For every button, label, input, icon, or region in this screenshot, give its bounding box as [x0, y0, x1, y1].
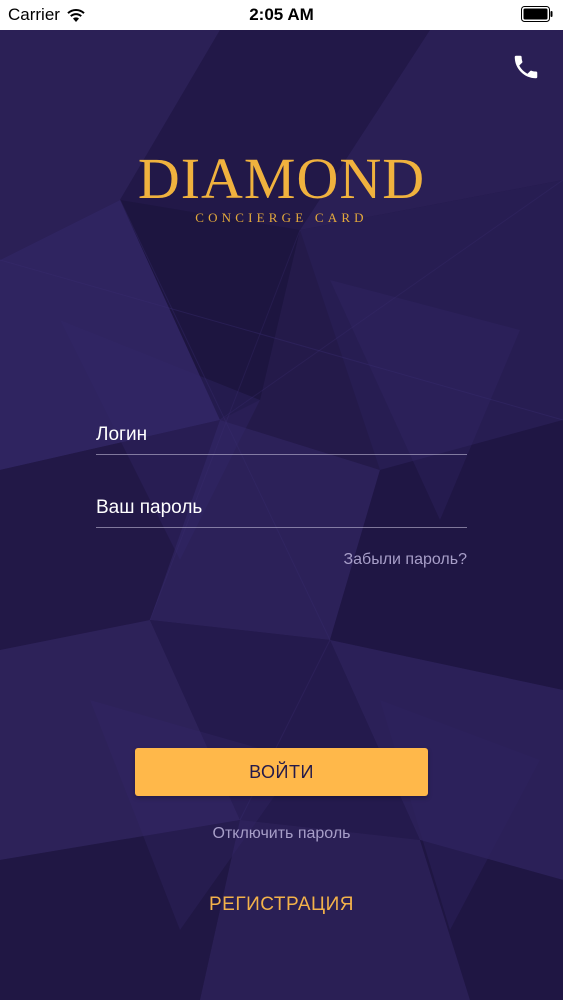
login-placeholder: Логин	[96, 424, 148, 445]
register-link[interactable]: РЕГИСТРАЦИЯ	[0, 894, 563, 916]
status-time: 2:05 AM	[249, 5, 314, 24]
logo-subtitle: CONCIERGE CARD	[195, 210, 368, 225]
password-field[interactable]: Ваш пароль	[96, 487, 467, 528]
login-field[interactable]: Логин	[96, 414, 467, 455]
password-placeholder: Ваш пароль	[96, 497, 203, 518]
status-bar: Carrier 2:05 AM	[0, 0, 563, 30]
login-button[interactable]: ВОЙТИ	[135, 748, 428, 796]
disable-password-link[interactable]: Отключить пароль	[0, 825, 563, 843]
phone-icon	[514, 55, 538, 79]
forgot-password-link[interactable]: Забыли пароль?	[343, 551, 467, 569]
brand-logo: DIAMOND CONCIERGE CARD	[0, 150, 563, 226]
login-button-label: ВОЙТИ	[249, 761, 314, 782]
battery-icon	[521, 6, 553, 22]
logo-title: DIAMOND	[137, 146, 426, 211]
call-button[interactable]	[511, 52, 541, 82]
